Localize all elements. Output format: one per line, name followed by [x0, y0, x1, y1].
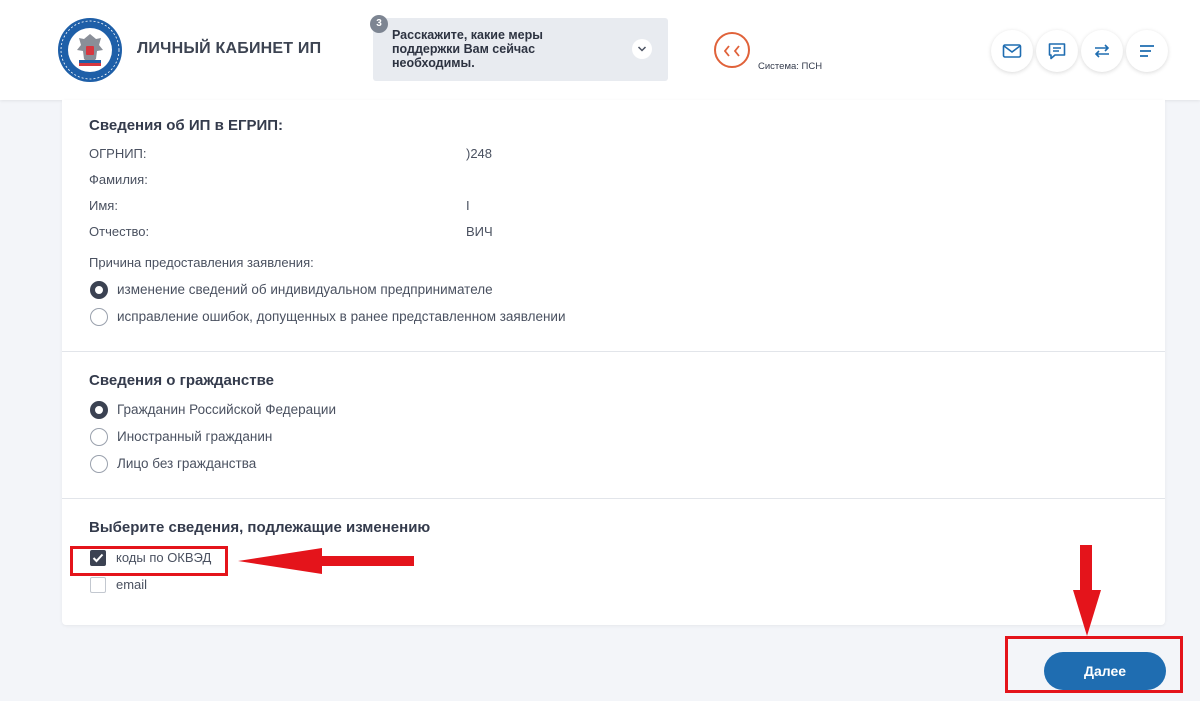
arrow-down-icon — [1073, 545, 1101, 636]
annotation-arrows — [238, 545, 1101, 636]
arrow-left-icon — [238, 548, 414, 574]
